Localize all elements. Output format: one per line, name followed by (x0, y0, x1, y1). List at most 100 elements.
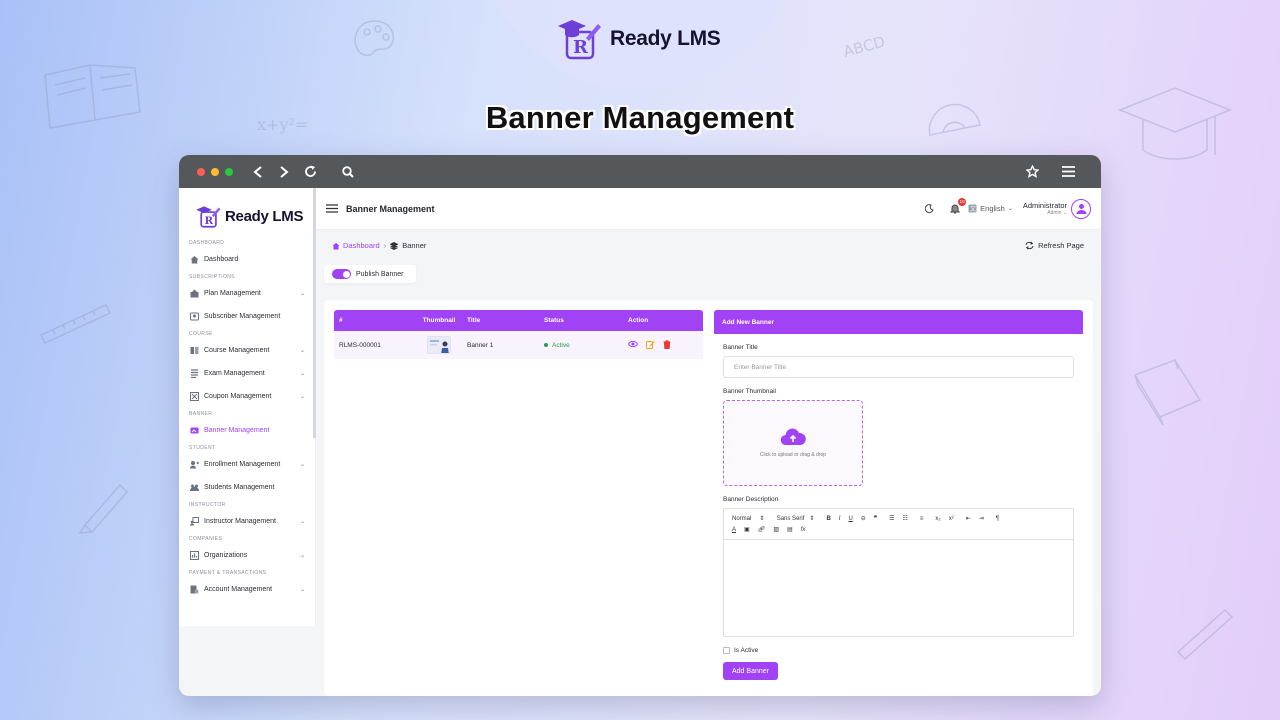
dark-mode-moon-icon[interactable] (922, 202, 936, 216)
sidebar-item-students-management[interactable]: Students Management (179, 477, 315, 498)
thumbnail-upload-dropzone[interactable]: Click to upload or drag & drop (723, 400, 863, 486)
sidebar-item-instructor-management[interactable]: Instructor Management ⌄ (179, 511, 315, 532)
hamburger-menu-icon[interactable] (326, 200, 338, 218)
delete-trash-icon[interactable] (663, 339, 671, 351)
palette-doodle-icon (354, 20, 395, 57)
indent-icon[interactable]: ⇥ (979, 515, 984, 522)
banner-description-label: Banner Description (723, 496, 779, 503)
user-menu[interactable]: Administrator Admin ⌄ (1023, 201, 1067, 216)
svg-text:R: R (573, 37, 589, 58)
publish-banner-toggle[interactable]: Publish Banner (324, 265, 416, 283)
close-dot-icon[interactable] (197, 167, 205, 176)
sidebar-logo-icon: R (196, 206, 221, 228)
upload-hint: Click to upload or drag & drop (759, 452, 827, 458)
format-select[interactable]: Normal ⇕ (732, 515, 765, 522)
breadcrumb-separator-icon: › (383, 241, 387, 250)
italic-icon[interactable]: I (839, 516, 841, 522)
sidebar-logo[interactable]: R Ready LMS (179, 188, 315, 236)
exam-icon (189, 369, 199, 379)
banner-title-input[interactable]: Enter Banner Title (723, 356, 1074, 378)
editor-content-area[interactable] (724, 540, 1073, 636)
breadcrumb-home[interactable]: Dashboard (332, 241, 380, 250)
superscript-icon[interactable]: x² (949, 516, 954, 522)
ordered-list-icon[interactable]: ☰ (889, 515, 894, 522)
refresh-page-button[interactable]: Refresh Page (1025, 241, 1084, 250)
underline-icon[interactable]: U (848, 516, 852, 522)
sidebar-item-organizations[interactable]: Organizations ⌄ (179, 545, 315, 566)
chevron-down-icon[interactable]: ⌄ (300, 552, 305, 559)
font-select[interactable]: Sans Serif ⇕ (777, 515, 815, 522)
sidebar-item-label: Coupon Management (204, 393, 272, 400)
is-active-checkbox[interactable]: Is Active (723, 647, 1074, 654)
subscript-icon[interactable]: x₂ (935, 516, 940, 522)
add-banner-button[interactable]: Add Banner (723, 662, 778, 680)
rtl-icon[interactable]: ¶ (996, 516, 999, 522)
bullet-list-icon[interactable]: ☷ (902, 515, 907, 522)
search-icon[interactable] (337, 163, 359, 181)
chevron-down-icon[interactable]: ⌄ (300, 370, 305, 377)
top-brand: R Ready LMS (556, 16, 721, 62)
chevron-down-icon[interactable]: ⌄ (300, 393, 305, 400)
table-row: RLMS-000001 Banner 1 Active (334, 331, 703, 359)
banner-table: # Thumbnail Title Status Action RLMS-000… (334, 310, 703, 359)
refresh-label: Refresh Page (1038, 241, 1084, 250)
align-icon[interactable]: ≡ (920, 516, 924, 522)
chevron-down-icon[interactable]: ⌄ (300, 586, 305, 593)
pencil-doodle-icon (78, 483, 129, 534)
bookmark-star-icon[interactable] (1021, 163, 1043, 181)
sidebar-section-label: COMPANIES (189, 536, 223, 542)
reload-icon[interactable] (299, 163, 321, 181)
main-card: # Thumbnail Title Status Action RLMS-000… (324, 300, 1093, 696)
sidebar-item-coupon-management[interactable]: Coupon Management ⌄ (179, 386, 315, 407)
quote-icon[interactable]: ❞ (874, 515, 877, 522)
sidebar-item-dashboard[interactable]: Dashboard (179, 249, 315, 270)
video-icon[interactable]: ▤ (787, 526, 793, 533)
is-active-label: Is Active (734, 647, 759, 654)
checkbox-box[interactable] (723, 647, 730, 654)
home-icon (189, 255, 199, 265)
browser-menu-icon[interactable] (1057, 163, 1079, 181)
back-icon[interactable] (247, 163, 269, 181)
notification-badge: 10 (958, 197, 967, 206)
sidebar-section-label: PAYMENT & TRANSACTIONS (189, 570, 267, 576)
sidebar-section-label: STUDENT (189, 445, 216, 451)
chevron-down-icon[interactable]: ⌄ (300, 461, 305, 468)
brand-name: Ready LMS (610, 27, 721, 50)
chevron-down-icon[interactable]: ⌄ (300, 518, 305, 525)
forward-icon[interactable] (273, 163, 295, 181)
view-eye-icon[interactable] (627, 340, 639, 351)
sidebar-item-subscriber-management[interactable]: Subscriber Management (179, 306, 315, 327)
edit-pencil-icon[interactable] (646, 340, 655, 351)
bold-icon[interactable]: B (826, 516, 830, 522)
background-color-icon[interactable]: ▣ (744, 526, 750, 533)
user-role: Admin (1047, 210, 1062, 216)
text-color-icon[interactable]: A (732, 527, 736, 533)
sidebar-item-label: Exam Management (204, 370, 265, 377)
sidebar-item-banner-management[interactable]: Banner Management (179, 420, 315, 441)
sidebar-item-account-management[interactable]: Account Management ⌄ (179, 579, 315, 600)
publish-label: Publish Banner (356, 270, 404, 278)
formula-icon[interactable]: fx (801, 527, 806, 533)
sidebar-item-exam-management[interactable]: Exam Management ⌄ (179, 363, 315, 384)
row-title: Banner 1 (467, 341, 494, 349)
notification-bell-icon[interactable]: 10 (948, 197, 967, 216)
sidebar-item-course-management[interactable]: Course Management ⌄ (179, 340, 315, 361)
strike-icon[interactable]: ⊖ (861, 515, 866, 522)
chevron-down-icon[interactable]: ⌄ (300, 290, 305, 297)
banner-icon (189, 426, 199, 436)
banner-thumbnail-image (427, 336, 451, 354)
outdent-icon[interactable]: ⇤ (966, 515, 971, 522)
sidebar-item-plan-management[interactable]: Plan Management ⌄ (179, 283, 315, 304)
sidebar-item-enrollment-management[interactable]: Enrollment Management ⌄ (179, 454, 315, 475)
sidebar-item-label: Organizations (204, 552, 248, 559)
banner-title-label: Banner Title (723, 344, 758, 351)
link-icon[interactable]: 🔗︎ (758, 526, 766, 533)
chevron-down-icon[interactable]: ⌄ (300, 347, 305, 354)
publish-toggle-switch[interactable] (332, 269, 351, 279)
avatar[interactable] (1071, 198, 1091, 219)
minimize-dot-icon[interactable] (211, 167, 219, 176)
language-selector[interactable]: 文 English ⌄ (968, 204, 1013, 213)
sidebar-item-label: Banner Management (204, 427, 270, 434)
image-icon[interactable]: ▨ (773, 526, 779, 533)
maximize-dot-icon[interactable] (225, 167, 233, 176)
